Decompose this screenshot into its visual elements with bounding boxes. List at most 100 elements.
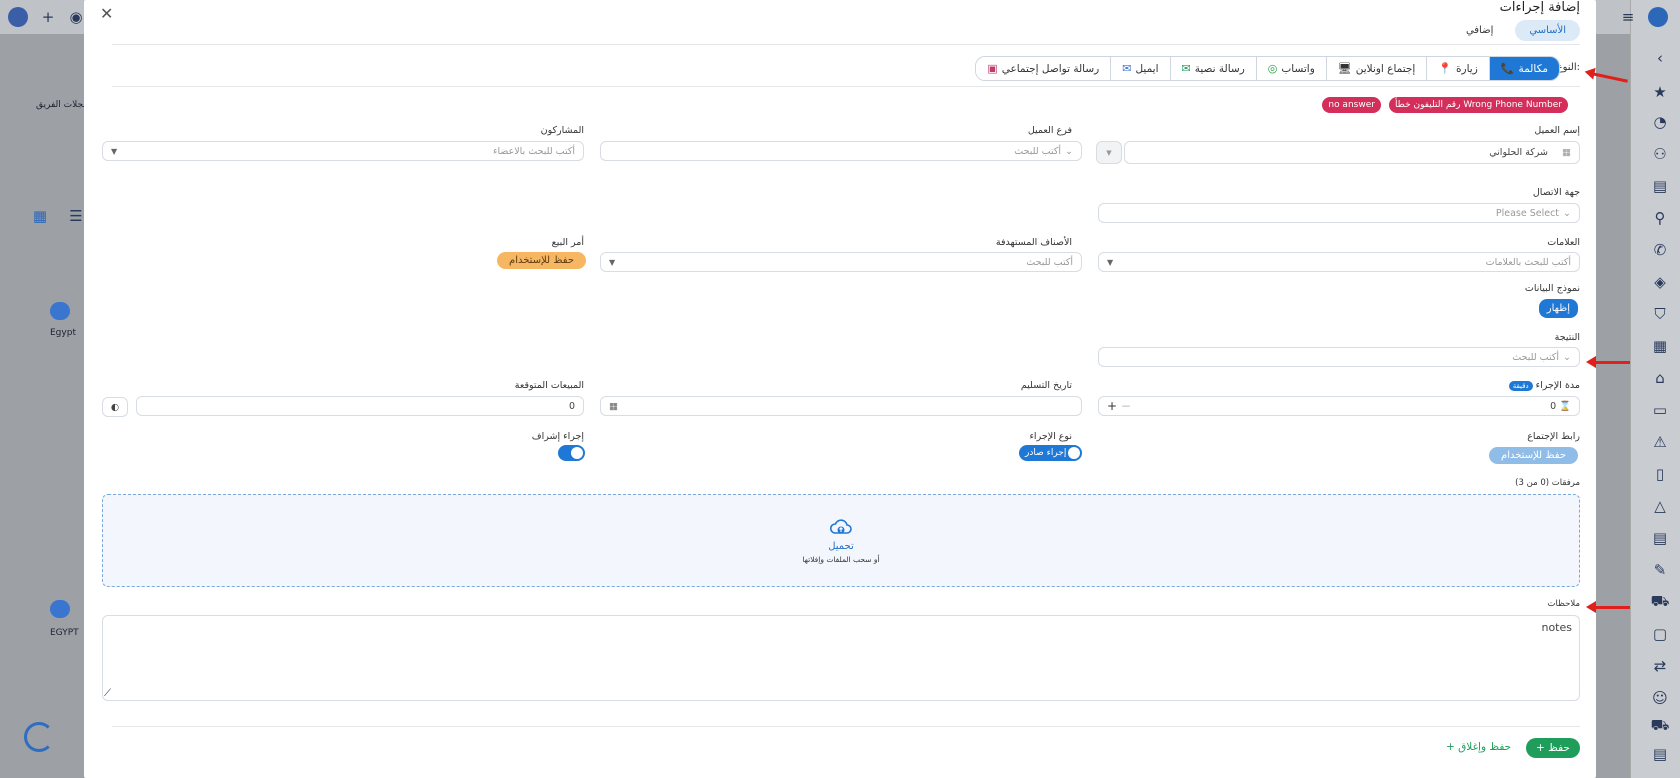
calendar-icon[interactable]: ▦ [1650, 336, 1670, 356]
client-branch-select[interactable]: أكتب للبحث ⌄ [600, 141, 1082, 161]
delivery-date-picker[interactable]: ▦ [600, 396, 1082, 416]
cart-icon[interactable]: ⛟ [1650, 716, 1670, 736]
email-icon: ✉ [1122, 62, 1132, 75]
no-answer-badge[interactable]: no answer [1322, 97, 1381, 113]
meeting-link-save-button[interactable]: حفظ للإستخدام [1489, 447, 1578, 464]
type-label-text: زيارة [1456, 62, 1478, 75]
notes-textarea[interactable]: notes [102, 615, 1580, 701]
whatsapp-icon: ◎ [1267, 62, 1278, 75]
type-email-button[interactable]: ✉ ايميل [1110, 57, 1170, 80]
type-social-button[interactable]: ▣ رسالة تواصل إجتماعي [976, 57, 1111, 80]
expected-sales-label: المبيعات المتوقعة [514, 380, 584, 391]
tab-basic[interactable]: الأساسي [1515, 20, 1580, 41]
save-label: حفظ [1548, 742, 1570, 754]
close-icon[interactable]: ✕ [100, 4, 113, 23]
caret-down-icon: ▼ [1106, 148, 1112, 157]
save-close-button[interactable]: + حفظ وإغلاق [1446, 741, 1511, 753]
stamp-icon[interactable]: ⚲ [1650, 208, 1670, 228]
type-label-text: ايميل [1135, 62, 1159, 75]
delivery-date-label: تاريخ التسليم [1020, 380, 1072, 391]
chevron-down-icon: ⌄ [1065, 145, 1073, 157]
type-online-meeting-button[interactable]: 🖥 إجتماع اونلاين [1325, 57, 1427, 80]
client-dropdown-toggle[interactable]: ▼ [1096, 141, 1122, 164]
upload-dropzone[interactable]: تحميل أو سحب الملفات وإفلاتها [102, 494, 1580, 587]
loading-spinner [24, 722, 54, 752]
receipt-icon[interactable]: ▤ [1650, 744, 1670, 764]
dashboard-icon[interactable]: ◔ [1650, 112, 1670, 132]
wrong-number-badge[interactable]: رقم التليفون خطأ Wrong Phone Number [1388, 97, 1568, 113]
background-chip[interactable] [50, 600, 70, 618]
show-data-form-button[interactable]: إظهار [1538, 299, 1578, 318]
contact-label: جهة الاتصال [1532, 187, 1580, 198]
tags-select[interactable]: ▼ أكتب للبحث بالعلامات [1098, 252, 1580, 272]
duration-unit-badge: دقيقة [1508, 381, 1533, 391]
grid-view-icon[interactable]: ▦ [30, 206, 50, 226]
client-name-field[interactable]: شركة الحلواني ▦ [1124, 141, 1580, 164]
annotation-arrow [1586, 356, 1630, 368]
annotation-arrow [1586, 601, 1630, 613]
add-icon[interactable]: + [38, 7, 58, 27]
notification-icon[interactable]: ◉ [66, 7, 86, 27]
mobile-icon[interactable]: ▯ [1650, 464, 1670, 484]
action-type-toggle[interactable]: إجراء صادر [1019, 445, 1083, 461]
save-button[interactable]: + حفظ [1526, 738, 1580, 758]
money-icon[interactable]: ▭ [1650, 400, 1670, 420]
supervision-toggle[interactable] [558, 445, 585, 461]
duration-label: دقيقة مدة الإجراء [1506, 380, 1580, 391]
invoice-icon[interactable]: ▤ [1650, 528, 1670, 548]
decrement-button[interactable]: − [1121, 399, 1131, 413]
result-select[interactable]: أكتب للبحث ⌄ [1098, 347, 1580, 367]
sidebar-logo[interactable] [1648, 7, 1668, 27]
type-label-text: رسالة تواصل إجتماعي [1001, 62, 1100, 75]
target-icon[interactable]: ◈ [1650, 272, 1670, 292]
resize-handle-icon[interactable]: ⟋ [104, 688, 111, 699]
sale-order-save-button[interactable]: حفظ للإستخدام [497, 252, 586, 269]
menu-icon[interactable]: ≡ [1618, 7, 1638, 27]
participants-placeholder: أكتب للبحث بالاعضاء [493, 145, 575, 157]
users-icon[interactable]: ⚇ [1650, 144, 1670, 164]
duration-stepper[interactable]: + − 0 ⌛ [1098, 396, 1580, 416]
target-items-select[interactable]: ▼ أكتب للبحث [600, 252, 1082, 272]
tags-placeholder: أكتب للبحث بالعلامات [1485, 256, 1571, 268]
location-icon: 📍 [1438, 62, 1452, 75]
pen-icon[interactable]: ✎ [1650, 560, 1670, 580]
app-logo [8, 7, 28, 27]
currency-button[interactable]: ◐ [102, 397, 128, 417]
document-icon[interactable]: ▤ [1650, 176, 1670, 196]
save-close-label: حفظ وإغلاق [1458, 741, 1512, 753]
expected-sales-value: 0 [568, 400, 575, 412]
expected-sales-input[interactable]: 0 [136, 396, 584, 416]
attachments-label: مرفقات (0 من 3) [1515, 478, 1580, 488]
participants-select[interactable]: ▼ أكتب للبحث بالاعضاء [102, 141, 584, 161]
result-badges: رقم التليفون خطأ Wrong Phone Number no a… [1322, 97, 1568, 113]
chevron-left-icon[interactable]: ‹ [1650, 48, 1670, 68]
type-call-button[interactable]: 📞 مكالمة [1488, 57, 1559, 80]
triangle-icon[interactable]: △ [1650, 496, 1670, 516]
shirt-icon[interactable]: ⛉ [1650, 304, 1670, 324]
phone-sidebar-icon[interactable]: ✆ [1650, 240, 1670, 260]
type-sms-button[interactable]: ✉ رسالة نصية [1169, 57, 1256, 80]
plus-icon: + [1446, 741, 1455, 753]
increment-button[interactable]: + [1107, 399, 1117, 413]
list-view-icon[interactable]: ☰ [66, 206, 86, 226]
star-icon[interactable]: ★ [1650, 82, 1670, 102]
user-icon[interactable]: ☺ [1650, 688, 1670, 708]
truck-icon[interactable]: ⛟ [1650, 592, 1670, 612]
hourglass-icon: ⌛ [1559, 400, 1571, 412]
tab-extra[interactable]: إضافي [1452, 20, 1507, 41]
client-branch-label: فرع العميل [1027, 125, 1072, 136]
plus-icon: + [1536, 742, 1545, 754]
calendar-icon: ▦ [609, 400, 618, 412]
contact-select[interactable]: Please Select ⌄ [1098, 203, 1580, 223]
transfer-icon[interactable]: ⇄ [1650, 656, 1670, 676]
modal-title: إضافة إجراءات [1499, 0, 1580, 15]
warning-icon[interactable]: ⚠ [1650, 432, 1670, 452]
type-label: النوع: [1556, 62, 1580, 73]
type-visit-button[interactable]: 📍 زيارة [1426, 57, 1489, 80]
file-icon[interactable]: ▢ [1650, 624, 1670, 644]
type-whatsapp-button[interactable]: ◎ واتساب [1255, 57, 1326, 80]
result-label: النتيجة [1554, 332, 1580, 343]
building-icon[interactable]: ⌂ [1650, 368, 1670, 388]
background-chip[interactable] [50, 302, 70, 320]
result-placeholder: أكتب للبحث [1512, 351, 1560, 363]
